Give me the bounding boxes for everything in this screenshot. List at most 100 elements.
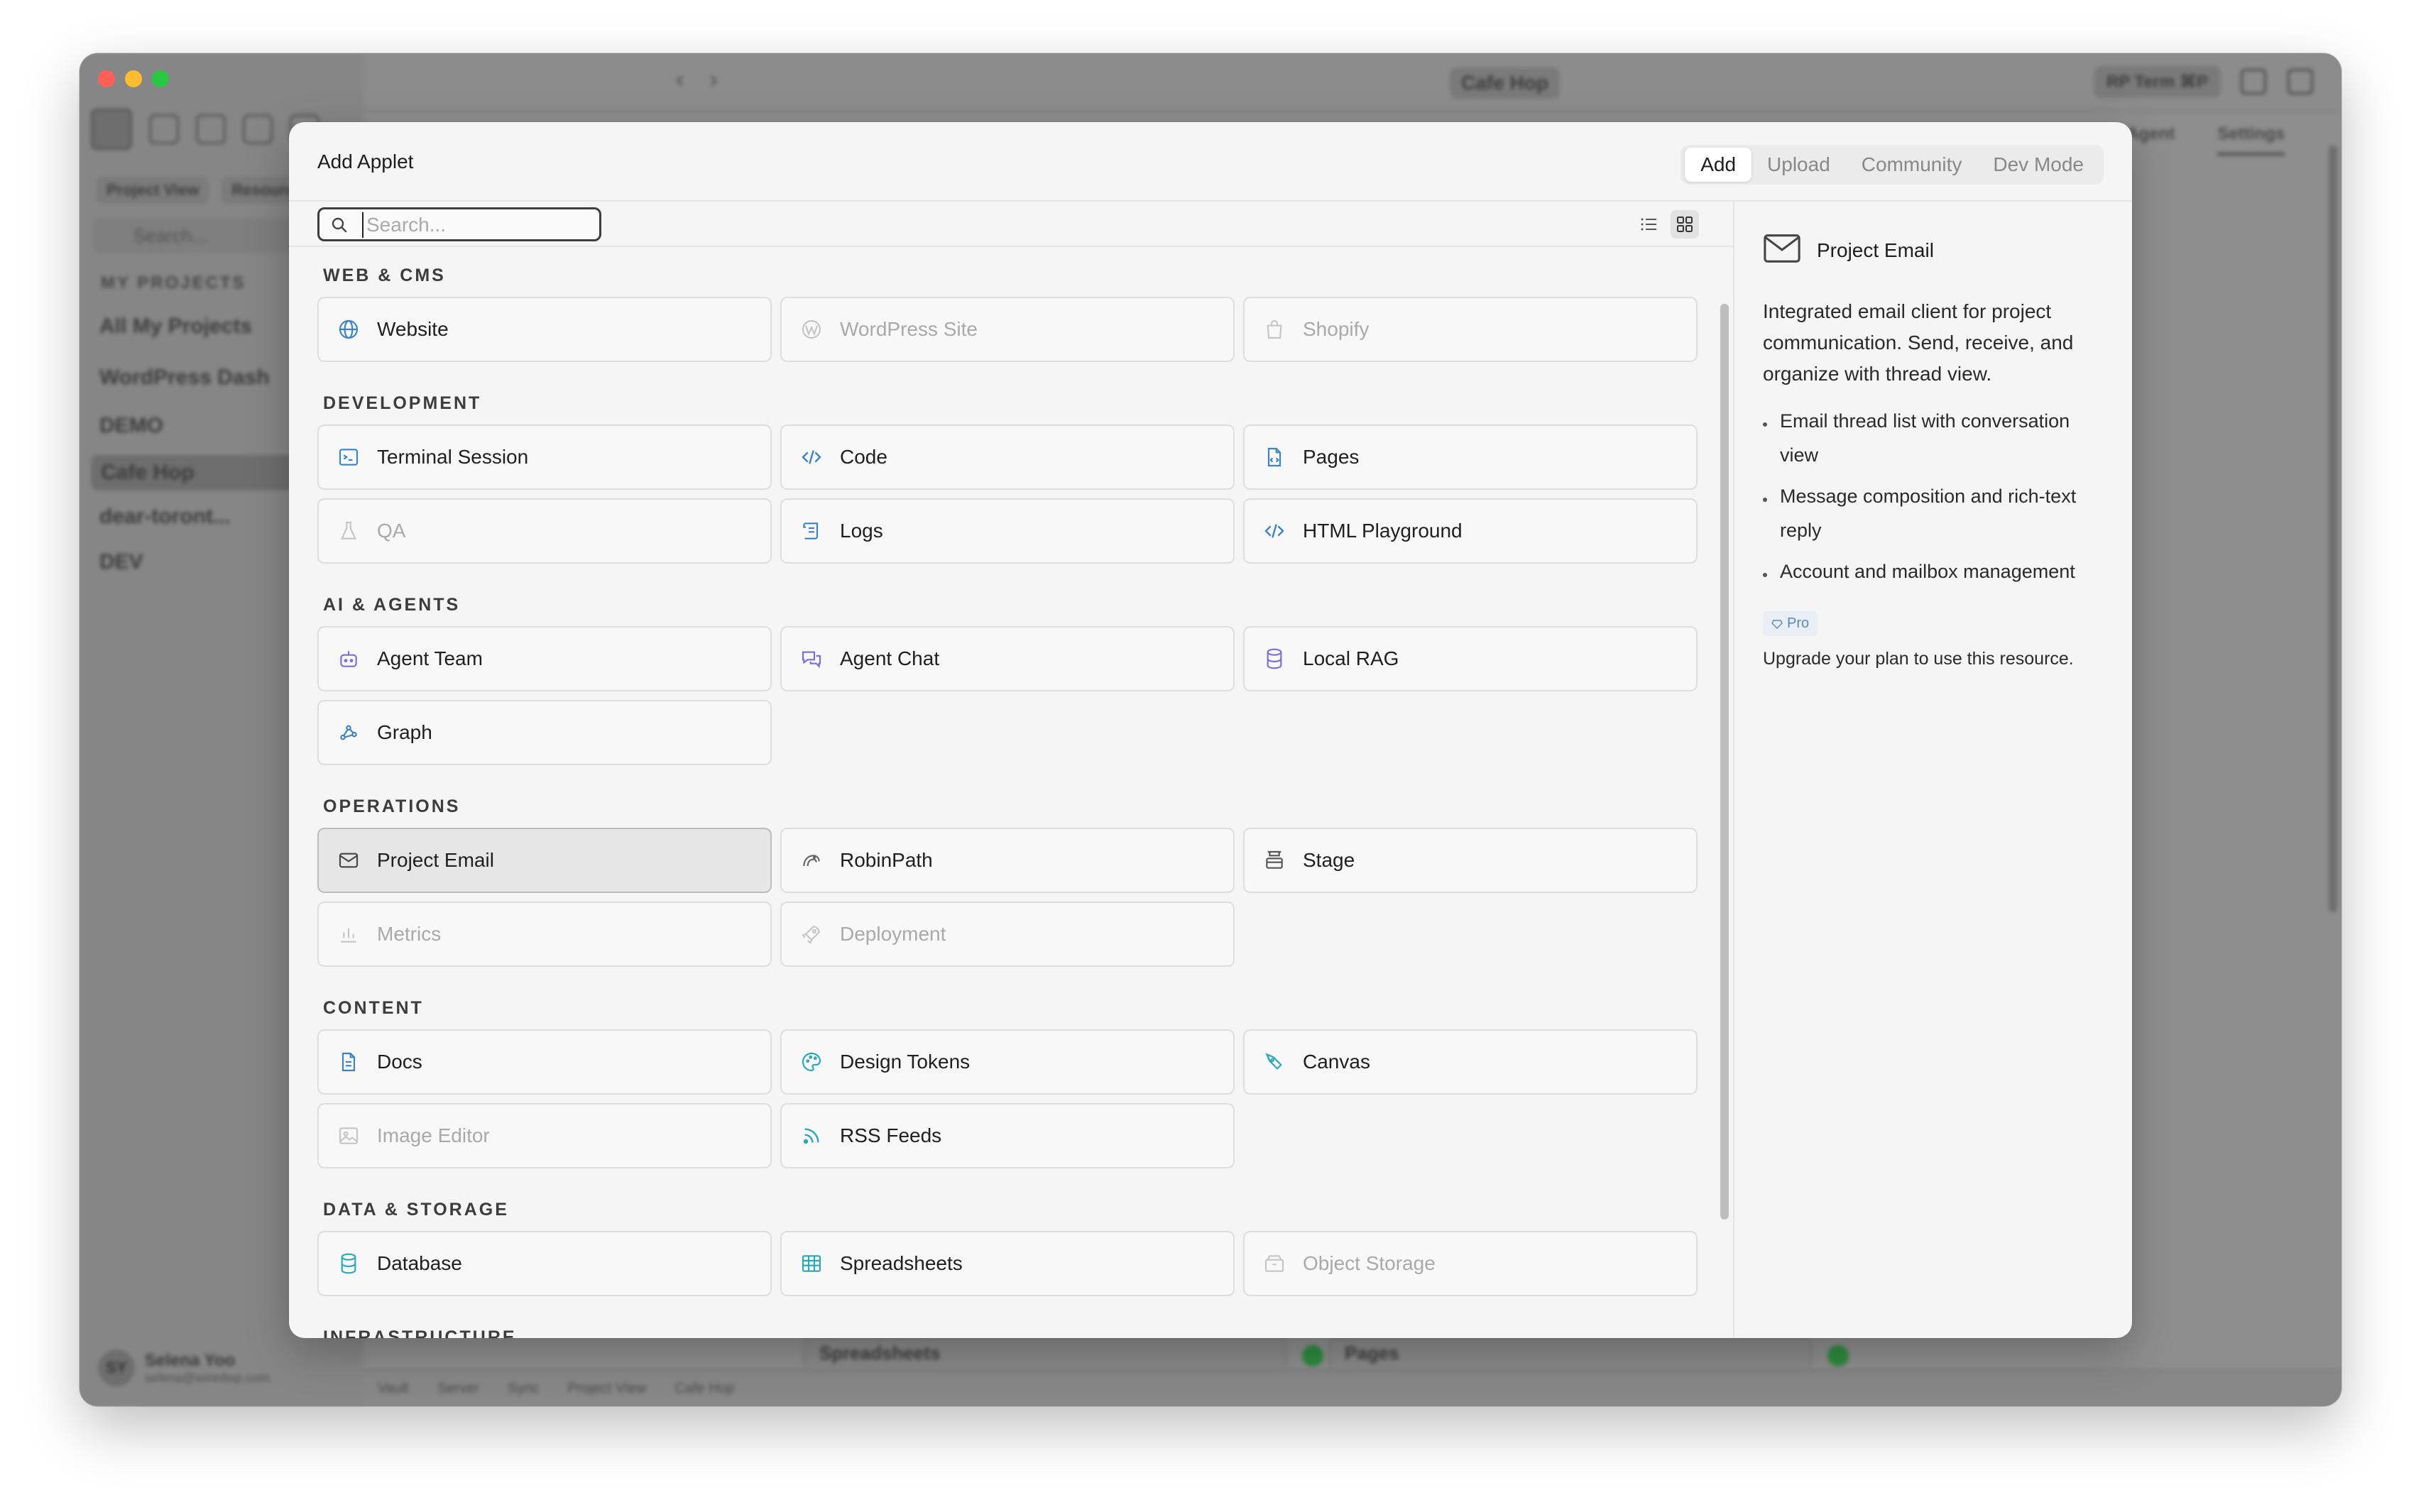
add-applet-modal: Add Applet Add Upload Community Dev Mode [289, 122, 2132, 1338]
applet-card-code[interactable]: Code [780, 424, 1235, 490]
applet-card-robinpath[interactable]: RobinPath [780, 828, 1235, 893]
applet-card-design-tokens[interactable]: Design Tokens [780, 1029, 1235, 1095]
list-view-button[interactable] [1635, 210, 1663, 239]
grid-view-button[interactable] [1671, 210, 1699, 239]
applet-label: Spreadsheets [840, 1252, 963, 1274]
bg-term-chip: RP Term ⌘P [2093, 66, 2221, 98]
bg-right-tabs: Agent Settings [2126, 124, 2285, 155]
applet-card-local-rag[interactable]: Local RAG [1243, 626, 1698, 691]
scroll-icon [799, 518, 824, 544]
database-icon [1262, 646, 1287, 672]
applet-label: WordPress Site [840, 318, 978, 340]
modal-header: Add Applet Add Upload Community Dev Mode [289, 122, 2132, 202]
chat-icon [799, 646, 824, 672]
bg-user: SY Selena Yoo selena@wiredwp.com [98, 1349, 270, 1386]
grid-icon [1677, 217, 1693, 232]
database-icon [336, 1251, 361, 1276]
applet-label: Project Email [377, 849, 494, 871]
applet-label: Database [377, 1252, 462, 1274]
rss-icon [799, 1123, 824, 1149]
modal-title: Add Applet [317, 150, 414, 172]
applet-card-database[interactable]: Database [317, 1231, 772, 1296]
applet-label: Website [377, 318, 449, 340]
applet-label: Code [840, 446, 887, 468]
close-window-button[interactable] [98, 70, 115, 87]
applet-card-html-playground[interactable]: HTML Playground [1243, 498, 1698, 564]
bg-project-item: dear-toront... [99, 505, 231, 528]
zoom-window-button[interactable] [152, 70, 169, 87]
shopify-icon [1262, 317, 1287, 342]
applet-card-website[interactable]: Website [317, 297, 772, 362]
detail-features: Email thread list with conversation view… [1763, 404, 2104, 588]
tab-community[interactable]: Community [1846, 148, 1978, 182]
bg-status-item: Server [437, 1380, 480, 1396]
applet-card-wordpress-site[interactable]: WordPress Site [780, 297, 1235, 362]
bg-status-dot [1302, 1345, 1323, 1366]
gem-icon [1771, 619, 1783, 629]
applet-card-stage[interactable]: Stage [1243, 828, 1698, 893]
upgrade-message: Upgrade your plan to use this resource. [1763, 649, 2074, 669]
section-label-development: DEVELOPMENT [323, 393, 482, 413]
applet-card-docs[interactable]: Docs [317, 1029, 772, 1095]
bar-chart-icon [336, 921, 361, 947]
applet-card-project-email[interactable]: Project Email [317, 828, 772, 893]
bg-sidebar-tabs: Project View Resourc [97, 177, 305, 204]
feature-item: Account and mailbox management [1763, 554, 2104, 588]
document-icon [336, 1049, 361, 1075]
minimize-window-button[interactable] [125, 70, 142, 87]
bg-user-name: Selena Yoo [145, 1350, 236, 1370]
applet-card-agent-team[interactable]: Agent Team [317, 626, 772, 691]
applet-card-logs[interactable]: Logs [780, 498, 1235, 564]
bg-project-item: DEV [99, 550, 143, 574]
search-input[interactable] [362, 212, 595, 238]
applet-card-deployment[interactable]: Deployment [780, 902, 1235, 967]
applet-label: Agent Chat [840, 647, 940, 669]
section-label-infrastructure: INFRASTRUCTURE [323, 1327, 517, 1338]
bg-section-label: MY PROJECTS [101, 273, 246, 292]
applet-label: Deployment [840, 923, 946, 945]
bg-toolbar-icons [2241, 69, 2313, 94]
applet-card-metrics[interactable]: Metrics [317, 902, 772, 967]
section-label-ai-agents: AI & AGENTS [323, 595, 461, 615]
applet-list: WEB & CMS Website WordPress Site Shopify… [289, 247, 1733, 1338]
bg-nav-arrows: ‹ › [676, 66, 718, 93]
bg-user-email: selena@wiredwp.com [145, 1370, 270, 1385]
bg-tab-agent: Agent [2126, 124, 2175, 143]
applet-card-shopify[interactable]: Shopify [1243, 297, 1698, 362]
applet-card-object-storage[interactable]: Object Storage [1243, 1231, 1698, 1296]
wordpress-icon [799, 317, 824, 342]
applet-card-terminal-session[interactable]: Terminal Session [317, 424, 772, 490]
applet-card-rss-feeds[interactable]: RSS Feeds [780, 1103, 1235, 1168]
tab-add[interactable]: Add [1685, 148, 1752, 182]
mode-tabs: Add Upload Community Dev Mode [1681, 145, 2104, 185]
bg-status-item: Cafe Hop [674, 1380, 735, 1396]
feature-item: Message composition and rich-text reply [1763, 479, 2104, 547]
feature-item: Email thread list with conversation view [1763, 404, 2104, 472]
pen-icon [1262, 1049, 1287, 1075]
mail-icon [1763, 233, 1801, 268]
palette-icon [799, 1049, 824, 1075]
search-box [317, 207, 601, 241]
applet-label: RobinPath [840, 849, 933, 871]
applet-card-agent-chat[interactable]: Agent Chat [780, 626, 1235, 691]
applet-card-graph[interactable]: Graph [317, 700, 772, 765]
search-icon [332, 217, 347, 233]
applet-label: QA [377, 520, 406, 542]
tab-dev-mode[interactable]: Dev Mode [1977, 148, 2099, 182]
applet-card-canvas[interactable]: Canvas [1243, 1029, 1698, 1095]
applet-card-spreadsheets[interactable]: Spreadsheets [780, 1231, 1235, 1296]
applet-label: HTML Playground [1303, 520, 1463, 542]
table-icon [799, 1251, 824, 1276]
tab-upload[interactable]: Upload [1751, 148, 1846, 182]
section-label-content: CONTENT [323, 998, 424, 1018]
code-icon [1262, 518, 1287, 544]
list-scrollbar[interactable] [1720, 304, 1729, 1220]
bg-project-item: DEMO [99, 414, 163, 437]
applet-card-pages[interactable]: Pages [1243, 424, 1698, 490]
bg-tab-project-view: Project View [97, 177, 209, 204]
list-icon [1641, 218, 1656, 231]
applet-label: Terminal Session [377, 446, 529, 468]
detail-pane: Project Email Integrated email client fo… [1734, 202, 2132, 1338]
applet-card-qa[interactable]: QA [317, 498, 772, 564]
applet-card-image-editor[interactable]: Image Editor [317, 1103, 772, 1168]
